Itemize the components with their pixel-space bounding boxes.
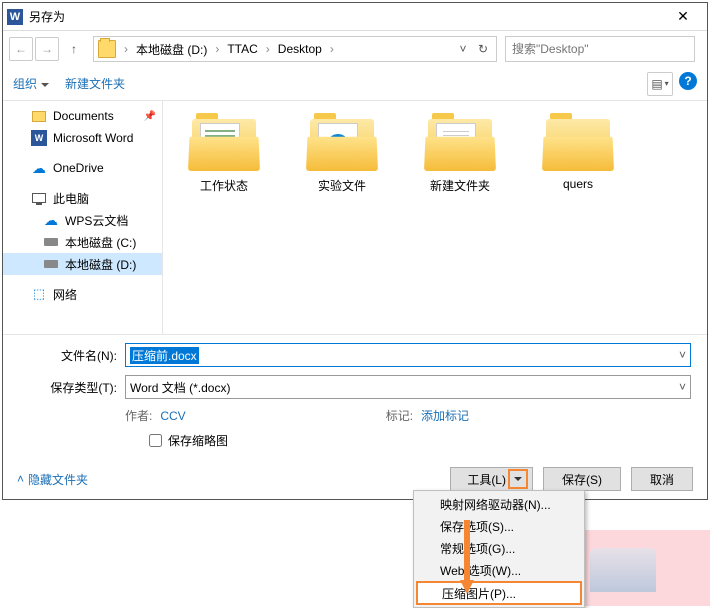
cloud-icon: ☁ [43, 212, 59, 228]
breadcrumb-seg-1[interactable]: TTAC [221, 42, 263, 56]
tools-menu: 映射网络驱动器(N)...保存选项(S)...常规选项(G)...Web 选项(… [413, 490, 585, 608]
new-folder-button[interactable]: 新建文件夹 [65, 75, 125, 92]
filename-input[interactable]: 压缩前.docx ˅ [125, 343, 691, 367]
nav-back-button[interactable]: ← [9, 37, 33, 61]
tag-label: 标记: [386, 409, 413, 423]
pc-icon [31, 190, 47, 206]
menu-item[interactable]: 保存选项(S)... [416, 515, 582, 537]
net-icon: ⬚ [31, 286, 47, 302]
sidebar-item-label: WPS云文档 [65, 212, 128, 229]
save-as-dialog: W 另存为 ✕ ← → ↑ › 本地磁盘 (D:) › TTAC › Deskt… [2, 2, 708, 500]
author-label: 作者: [125, 409, 152, 423]
drive-icon [43, 256, 59, 272]
folder-item[interactable]: 新建文件夹 [415, 113, 505, 194]
save-thumbnail-checkbox[interactable] [149, 434, 162, 447]
filetype-label: 保存类型(T): [19, 379, 125, 396]
drive-icon [43, 234, 59, 250]
sidebar-item-label: 本地磁盘 (D:) [65, 256, 136, 273]
sidebar-item-label: 网络 [53, 286, 77, 303]
bottom-panel: 文件名(N): 压缩前.docx ˅ 保存类型(T): Word 文档 (*.d… [3, 334, 707, 459]
sidebar-item[interactable]: ☁ OneDrive [3, 157, 162, 179]
breadcrumb-sep: › [264, 42, 272, 56]
tag-value[interactable]: 添加标记 [421, 409, 469, 423]
folder-icon [31, 108, 47, 124]
dialog-title: 另存为 [29, 8, 663, 25]
watermark-shape [590, 548, 656, 592]
sidebar-item-label: 此电脑 [53, 190, 89, 207]
titlebar: W 另存为 ✕ [3, 3, 707, 31]
chevron-up-icon: ˄ [17, 472, 24, 486]
menu-item[interactable]: 常规选项(G)... [416, 537, 582, 559]
cancel-button[interactable]: 取消 [631, 467, 693, 491]
cloud-icon: ☁ [31, 160, 47, 176]
footer: ˄ 隐藏文件夹 工具(L) 保存(S) 取消 [3, 459, 707, 499]
nav-bar: ← → ↑ › 本地磁盘 (D:) › TTAC › Desktop › ˅ ↻ [3, 31, 707, 67]
folder-icon [188, 113, 260, 171]
nav-forward-button[interactable]: → [35, 37, 59, 61]
breadcrumb-dropdown[interactable]: ˅ [454, 38, 472, 60]
folder-label: quers [563, 177, 593, 191]
sidebar-item[interactable]: ☁ WPS云文档 [3, 209, 162, 231]
folder-icon [98, 40, 116, 58]
organize-button[interactable]: 组织 [13, 75, 49, 92]
sidebar-item[interactable]: 本地磁盘 (C:) [3, 231, 162, 253]
search-box[interactable] [505, 36, 695, 62]
tools-button[interactable]: 工具(L) [450, 467, 533, 491]
folder-icon [424, 113, 496, 171]
word-icon: W [31, 130, 47, 146]
sidebar: Documents 📌 W Microsoft Word ☁ OneDrive 此电脑 ☁ WP… [3, 101, 163, 334]
menu-item[interactable]: 压缩图片(P)... [416, 581, 582, 605]
breadcrumb-sep: › [122, 42, 130, 56]
sidebar-item[interactable]: 本地磁盘 (D:) [3, 253, 162, 275]
filename-value: 压缩前.docx [130, 347, 199, 364]
sidebar-item[interactable]: W Microsoft Word [3, 127, 162, 149]
sidebar-item[interactable]: 此电脑 [3, 187, 162, 209]
filetype-value: Word 文档 (*.docx) [130, 379, 230, 396]
sidebar-item-label: Microsoft Word [53, 131, 133, 145]
folder-icon [542, 113, 614, 171]
chevron-down-icon[interactable]: ˅ [679, 348, 686, 362]
folder-label: 工作状态 [200, 177, 248, 194]
folder-label: 新建文件夹 [430, 177, 490, 194]
save-thumbnail-label: 保存缩略图 [168, 432, 228, 449]
filename-label: 文件名(N): [19, 347, 125, 364]
breadcrumb-sep: › [213, 42, 221, 56]
sidebar-item-label: Documents [53, 109, 114, 123]
folder-item[interactable]: quers [533, 113, 623, 191]
sidebar-item[interactable]: ⬚ 网络 [3, 283, 162, 305]
breadcrumb[interactable]: › 本地磁盘 (D:) › TTAC › Desktop › ˅ ↻ [93, 36, 497, 62]
breadcrumb-sep: › [328, 42, 336, 56]
close-button[interactable]: ✕ [663, 5, 703, 29]
nav-up-button[interactable]: ↑ [63, 38, 85, 60]
hide-folders-button[interactable]: ˄ 隐藏文件夹 [17, 471, 88, 488]
word-icon: W [7, 9, 23, 25]
breadcrumb-seg-0[interactable]: 本地磁盘 (D:) [130, 41, 213, 58]
folder-item[interactable]: 工作状态 [179, 113, 269, 194]
folder-icon [306, 113, 378, 171]
folder-item[interactable]: 实验文件 [297, 113, 387, 194]
sidebar-item[interactable]: Documents 📌 [3, 105, 162, 127]
sidebar-item-label: OneDrive [53, 161, 104, 175]
search-input[interactable] [512, 42, 688, 56]
save-button[interactable]: 保存(S) [543, 467, 621, 491]
folder-label: 实验文件 [318, 177, 366, 194]
body: Documents 📌 W Microsoft Word ☁ OneDrive 此电脑 ☁ WP… [3, 101, 707, 334]
menu-item[interactable]: 映射网络驱动器(N)... [416, 493, 582, 515]
pin-icon: 📌 [144, 111, 156, 122]
file-list[interactable]: 工作状态 实验文件 新建文件夹 quers [163, 101, 707, 334]
help-button[interactable]: ? [679, 72, 697, 90]
menu-item[interactable]: Web 选项(W)... [416, 559, 582, 581]
breadcrumb-seg-2[interactable]: Desktop [272, 42, 328, 56]
filetype-select[interactable]: Word 文档 (*.docx) ˅ [125, 375, 691, 399]
sidebar-item-label: 本地磁盘 (C:) [65, 234, 136, 251]
view-icons-button[interactable]: ▤▾ [647, 72, 673, 96]
author-value[interactable]: CCV [160, 409, 185, 423]
chevron-down-icon[interactable]: ˅ [679, 380, 686, 394]
refresh-button[interactable]: ↻ [474, 38, 492, 60]
toolbar: 组织 新建文件夹 ▤▾ ? [3, 67, 707, 101]
